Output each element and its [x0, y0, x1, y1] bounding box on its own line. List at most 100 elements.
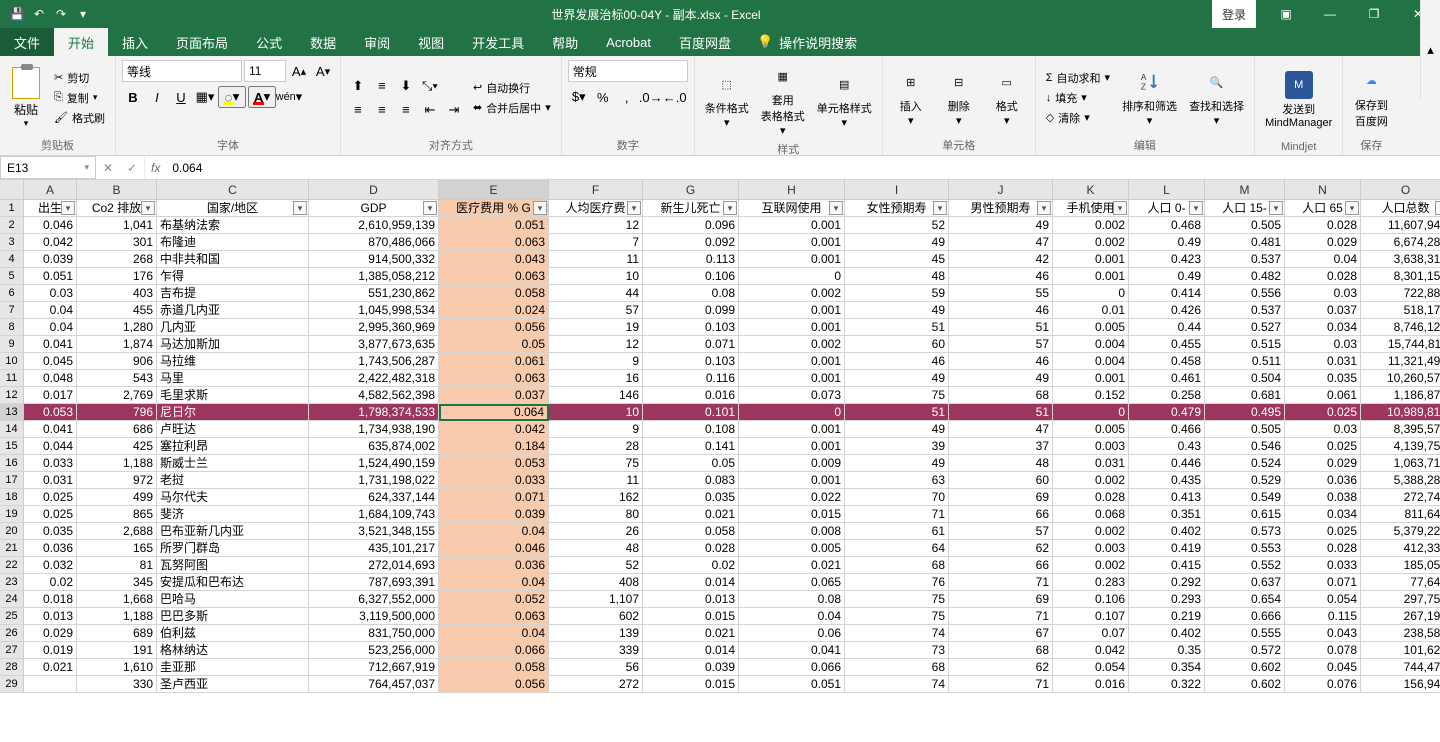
- cell[interactable]: 0.527: [1205, 319, 1285, 336]
- cell-styles-button[interactable]: ▤ 单元格样式▾: [813, 68, 876, 131]
- cell[interactable]: 722,887: [1361, 285, 1440, 302]
- row-header[interactable]: 5: [0, 268, 24, 285]
- comma-button[interactable]: ,: [616, 86, 638, 108]
- cell[interactable]: 0.004: [1053, 353, 1129, 370]
- cell[interactable]: 1,063,715: [1361, 455, 1440, 472]
- cell[interactable]: 0.063: [439, 234, 549, 251]
- cell[interactable]: 0.003: [1053, 540, 1129, 557]
- cell[interactable]: 0.039: [643, 659, 739, 676]
- cell[interactable]: 81: [77, 557, 157, 574]
- cell[interactable]: 0.058: [439, 659, 549, 676]
- cell[interactable]: 0.468: [1129, 217, 1205, 234]
- cell[interactable]: 66: [949, 557, 1053, 574]
- cell[interactable]: 1,107: [549, 591, 643, 608]
- row-header[interactable]: 26: [0, 625, 24, 642]
- cell[interactable]: 0.49: [1129, 234, 1205, 251]
- cell[interactable]: 62: [949, 540, 1053, 557]
- tab-item[interactable]: 公式: [242, 28, 296, 56]
- cell[interactable]: 156,949: [1361, 676, 1440, 693]
- cell[interactable]: 卢旺达: [157, 421, 309, 438]
- cell[interactable]: 52: [549, 557, 643, 574]
- cell[interactable]: 0.033: [24, 455, 77, 472]
- cell[interactable]: 3,877,673,635: [309, 336, 439, 353]
- cell[interactable]: 0.038: [1285, 489, 1361, 506]
- cell[interactable]: 0.001: [739, 421, 845, 438]
- cell[interactable]: 0.039: [439, 506, 549, 523]
- cell[interactable]: 0.292: [1129, 574, 1205, 591]
- cell[interactable]: 10: [549, 404, 643, 421]
- cell[interactable]: 0.034: [1285, 506, 1361, 523]
- cell[interactable]: 巴哈马: [157, 591, 309, 608]
- cell[interactable]: 0.008: [739, 523, 845, 540]
- cell[interactable]: 尼日尔: [157, 404, 309, 421]
- cell[interactable]: 0: [739, 268, 845, 285]
- cell[interactable]: 11,321,496: [1361, 353, 1440, 370]
- cell[interactable]: 67: [949, 625, 1053, 642]
- cell[interactable]: 0.283: [1053, 574, 1129, 591]
- cell[interactable]: 0.466: [1129, 421, 1205, 438]
- cell[interactable]: 0.573: [1205, 523, 1285, 540]
- cell[interactable]: 301: [77, 234, 157, 251]
- cell[interactable]: 10: [549, 268, 643, 285]
- cell[interactable]: 635,874,002: [309, 438, 439, 455]
- cell[interactable]: 12: [549, 217, 643, 234]
- cell[interactable]: 0.03: [1285, 285, 1361, 302]
- table-header-cell[interactable]: 男性预期寿▾: [949, 200, 1053, 217]
- cell[interactable]: 0.037: [1285, 302, 1361, 319]
- cell[interactable]: 0.556: [1205, 285, 1285, 302]
- cell[interactable]: 272,014,693: [309, 557, 439, 574]
- row-header[interactable]: 9: [0, 336, 24, 353]
- cell[interactable]: 0.602: [1205, 659, 1285, 676]
- cell[interactable]: 0.045: [24, 353, 77, 370]
- cell[interactable]: 格林纳达: [157, 642, 309, 659]
- cell[interactable]: 0.537: [1205, 251, 1285, 268]
- cell[interactable]: 0.07: [1053, 625, 1129, 642]
- cell[interactable]: 0.681: [1205, 387, 1285, 404]
- fx-icon[interactable]: fx: [144, 156, 166, 179]
- row-header[interactable]: 18: [0, 489, 24, 506]
- cell[interactable]: 0.04: [739, 608, 845, 625]
- cell[interactable]: 191: [77, 642, 157, 659]
- row-header[interactable]: 27: [0, 642, 24, 659]
- cell[interactable]: 3,638,316: [1361, 251, 1440, 268]
- cell[interactable]: 499: [77, 489, 157, 506]
- cell[interactable]: 56: [549, 659, 643, 676]
- row-header[interactable]: 28: [0, 659, 24, 676]
- cell[interactable]: 0.515: [1205, 336, 1285, 353]
- cell[interactable]: 51: [949, 404, 1053, 421]
- cell[interactable]: 0.505: [1205, 421, 1285, 438]
- cell[interactable]: 0.068: [1053, 506, 1129, 523]
- cell[interactable]: 46: [949, 268, 1053, 285]
- cell[interactable]: 297,759: [1361, 591, 1440, 608]
- cell[interactable]: 0.028: [1285, 268, 1361, 285]
- cell[interactable]: 0.054: [1053, 659, 1129, 676]
- cell[interactable]: 0.001: [1053, 268, 1129, 285]
- cell[interactable]: 185,058: [1361, 557, 1440, 574]
- cell[interactable]: 46: [949, 302, 1053, 319]
- cell[interactable]: 272,745: [1361, 489, 1440, 506]
- cell[interactable]: 0.025: [1285, 404, 1361, 421]
- table-header-cell[interactable]: 出生▾: [24, 200, 77, 217]
- cell[interactable]: 塞拉利昂: [157, 438, 309, 455]
- cell[interactable]: 68: [949, 387, 1053, 404]
- cell[interactable]: 74: [845, 676, 949, 693]
- cell[interactable]: 0.014: [643, 642, 739, 659]
- cell[interactable]: 73: [845, 642, 949, 659]
- table-header-cell[interactable]: 女性预期寿▾: [845, 200, 949, 217]
- row-header[interactable]: 15: [0, 438, 24, 455]
- cell[interactable]: 0.001: [739, 319, 845, 336]
- row-header[interactable]: 3: [0, 234, 24, 251]
- cell[interactable]: 0.03: [24, 285, 77, 302]
- cell[interactable]: 1,610: [77, 659, 157, 676]
- cell[interactable]: 0.101: [643, 404, 739, 421]
- cell[interactable]: 10,260,577: [1361, 370, 1440, 387]
- phonetic-button[interactable]: wén▾: [278, 86, 300, 108]
- cell[interactable]: 0.05: [643, 455, 739, 472]
- cell[interactable]: 46: [949, 353, 1053, 370]
- column-header[interactable]: B: [77, 180, 157, 200]
- cell[interactable]: 0.034: [1285, 319, 1361, 336]
- row-header[interactable]: 8: [0, 319, 24, 336]
- cell[interactable]: 0.021: [643, 625, 739, 642]
- cell[interactable]: 1,731,198,022: [309, 472, 439, 489]
- table-header-cell[interactable]: 人口 15-▾: [1205, 200, 1285, 217]
